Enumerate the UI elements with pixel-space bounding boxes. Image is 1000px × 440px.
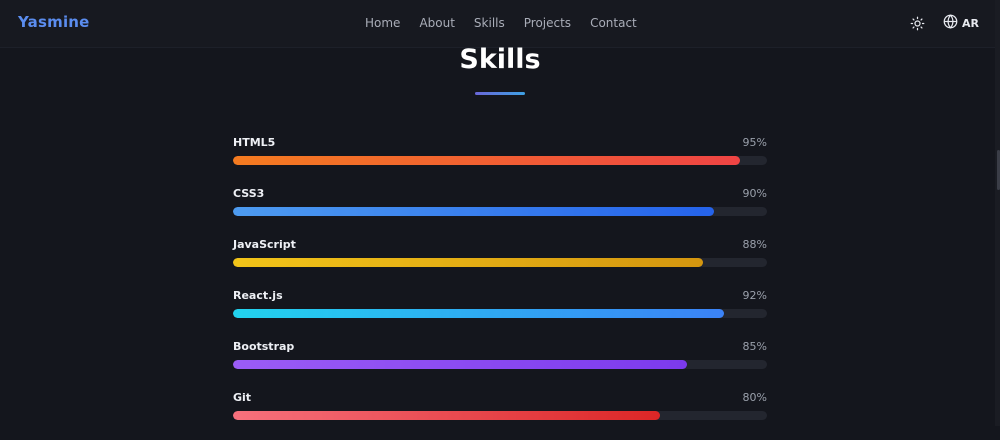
skill-progress-fill: [233, 411, 661, 420]
skill-progress-track: [233, 309, 767, 318]
nav-link-contact[interactable]: Contact: [590, 16, 637, 30]
nav-link-about[interactable]: About: [419, 16, 454, 30]
skill-item: Bootstrap 85%: [233, 338, 767, 389]
skill-name: React.js: [233, 288, 283, 302]
skill-item: JavaScript 88%: [233, 236, 767, 287]
skill-name: HTML5: [233, 135, 276, 149]
nav-link-skills[interactable]: Skills: [474, 16, 505, 30]
skill-progress-track: [233, 207, 767, 216]
skill-progress-track: [233, 156, 767, 165]
skill-progress-fill: [233, 258, 703, 267]
skill-name: Bootstrap: [233, 339, 295, 353]
skill-percent: 80%: [742, 390, 767, 404]
nav-links: Home About Skills Projects Contact: [365, 16, 656, 30]
nav-link-projects[interactable]: Projects: [524, 16, 571, 30]
skill-name: CSS3: [233, 186, 265, 200]
skill-percent: 88%: [742, 237, 767, 251]
page-scrollbar[interactable]: [995, 0, 1000, 426]
skill-item: CSS3 90%: [233, 185, 767, 236]
sun-icon[interactable]: [910, 16, 925, 31]
skill-progress-fill: [233, 360, 687, 369]
skill-progress-fill: [233, 309, 725, 318]
globe-icon: [943, 14, 958, 33]
skill-percent: 85%: [742, 339, 767, 353]
navbar: Yasmine Home About Skills Projects Conta…: [0, 0, 995, 48]
skill-progress-track: [233, 258, 767, 267]
nav-link-home[interactable]: Home: [365, 16, 400, 30]
section-title: Skills: [459, 44, 541, 75]
skill-progress-track: [233, 411, 767, 420]
brand-logo[interactable]: Yasmine: [18, 13, 90, 31]
skill-percent: 92%: [742, 288, 767, 302]
skill-item: React.js 92%: [233, 287, 767, 338]
skill-progress-track: [233, 360, 767, 369]
skill-progress-fill: [233, 156, 741, 165]
skill-progress-fill: [233, 207, 714, 216]
skill-item: HTML5 95%: [233, 134, 767, 185]
skills-list: HTML5 95% CSS3 90% JavaScript 88% React.…: [233, 134, 767, 440]
skill-percent: 95%: [742, 135, 767, 149]
skill-item: Git 80%: [233, 389, 767, 440]
title-underline: [475, 92, 525, 95]
skill-name: Git: [233, 390, 252, 404]
skill-percent: 90%: [742, 186, 767, 200]
skill-name: JavaScript: [233, 237, 296, 251]
language-toggle-button[interactable]: AR: [943, 14, 979, 33]
language-label: AR: [962, 17, 979, 30]
